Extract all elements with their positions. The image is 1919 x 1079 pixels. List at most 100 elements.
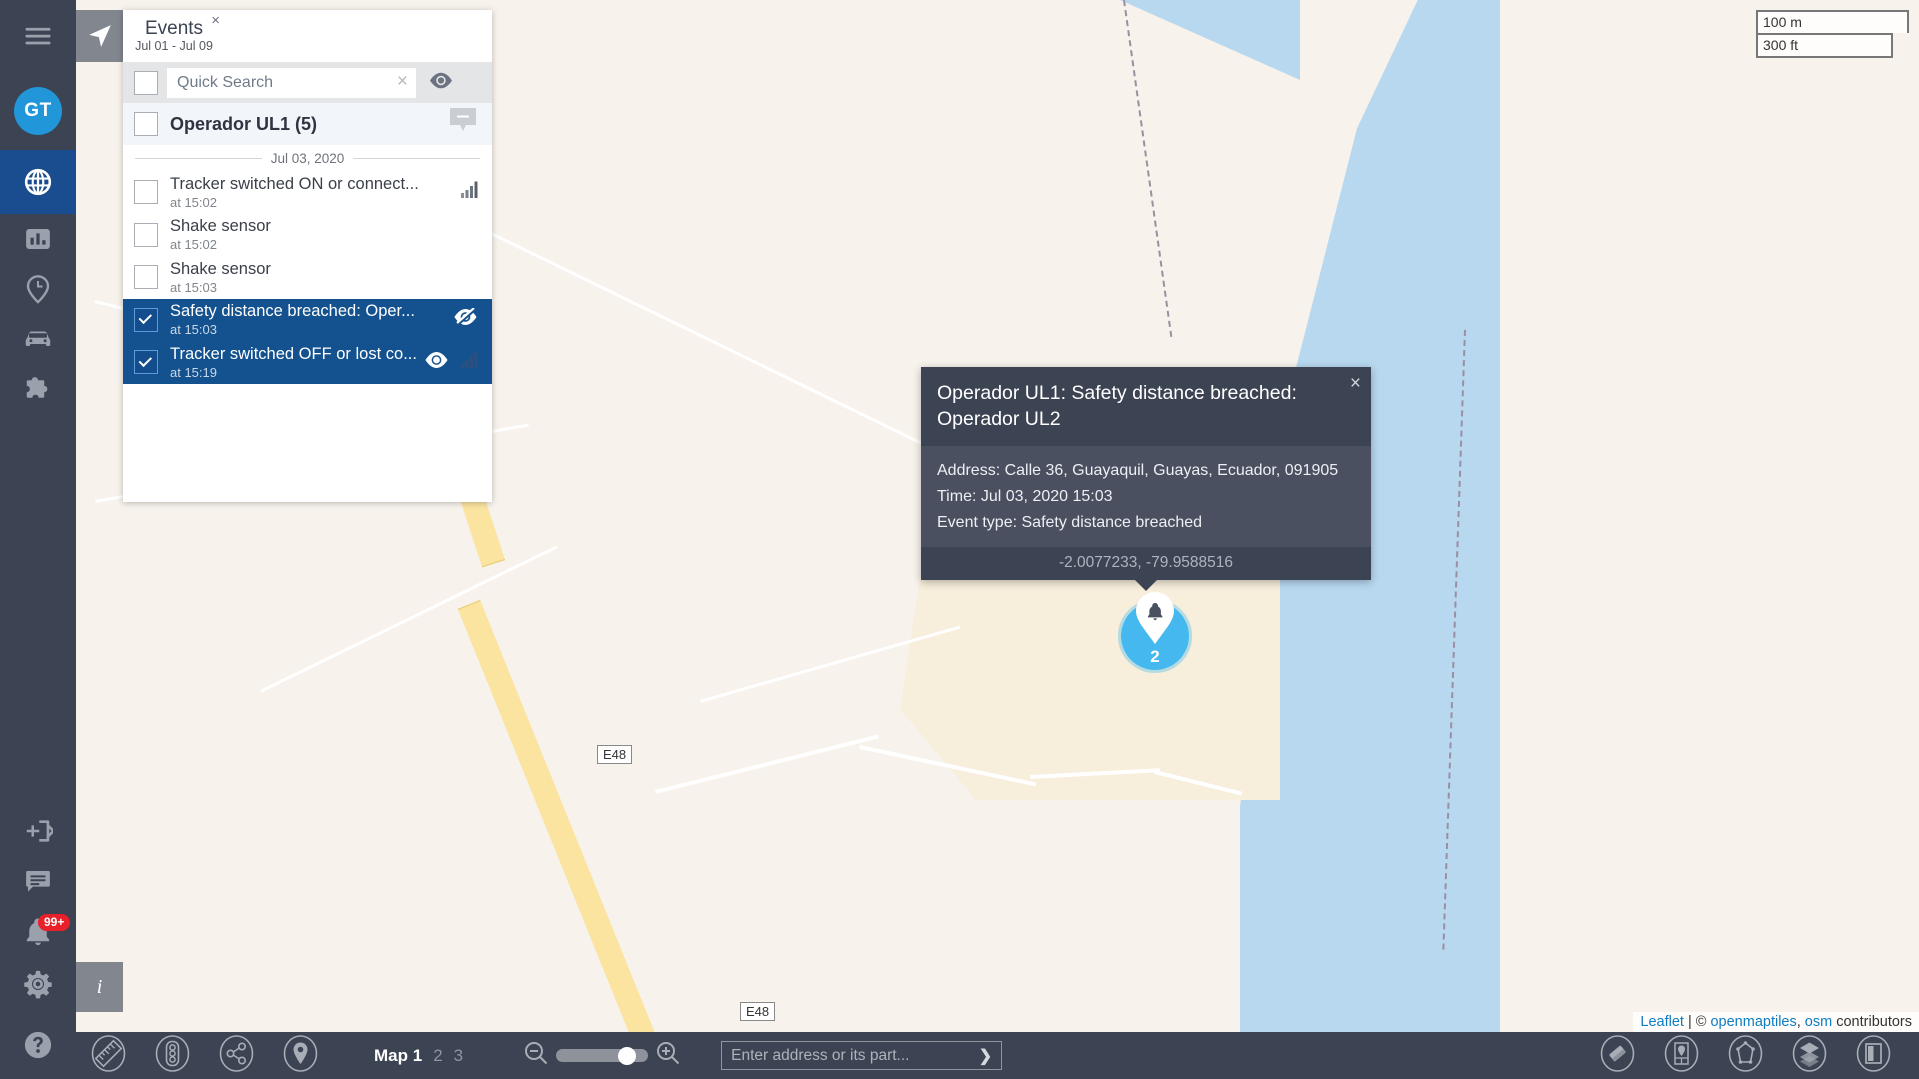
map-highway-e48: [457, 600, 675, 1079]
map-attribution: Leaflet | © openmaptiles, osm contributo…: [1633, 1012, 1919, 1032]
measure-button[interactable]: [76, 1032, 140, 1079]
map-road: [655, 734, 880, 794]
attr-sep: |: [1683, 1014, 1696, 1030]
separator-line-left: [135, 157, 262, 159]
sidebar-item-help[interactable]: [0, 1011, 76, 1079]
event-checkbox[interactable]: [134, 265, 158, 290]
panel-toggle-button[interactable]: [1841, 1032, 1905, 1079]
sidebar-item-plugins[interactable]: [0, 364, 76, 414]
event-checkbox[interactable]: [134, 307, 158, 332]
list-item[interactable]: Tracker switched ON or connect... at 15:…: [123, 171, 492, 214]
attr-copyright: ©: [1695, 1014, 1711, 1030]
eraser-button[interactable]: [1585, 1032, 1649, 1079]
marker-minus-icon[interactable]: [448, 108, 478, 133]
group-row-operador-ul1[interactable]: Operador UL1 (5): [123, 103, 492, 145]
attr-contributors: contributors: [1832, 1014, 1912, 1030]
share-button[interactable]: [204, 1032, 268, 1079]
zoom-slider[interactable]: [556, 1047, 649, 1065]
eye-icon[interactable]: [424, 351, 449, 374]
gear-icon: [23, 969, 53, 999]
sidebar-item-reports[interactable]: [0, 214, 76, 264]
event-checkbox[interactable]: [134, 350, 158, 375]
map-marker-cluster[interactable]: 2: [1118, 592, 1192, 673]
tab-events[interactable]: Events Jul 01 - Jul 09 ×: [123, 10, 225, 62]
popup-coordinates: -2.0077233, -79.9588516: [921, 547, 1371, 581]
tab-map-3[interactable]: 3: [454, 1046, 463, 1066]
sidebar-item-messages[interactable]: [0, 856, 76, 906]
navigation-arrow-icon[interactable]: [76, 10, 123, 62]
sidebar-item-settings[interactable]: [0, 956, 76, 1011]
tab-map-1[interactable]: Map 1: [374, 1046, 422, 1066]
event-time: at 15:03: [170, 322, 217, 338]
list-item[interactable]: Tracker switched OFF or lost co... at 15…: [123, 341, 492, 384]
sidebar-item-export[interactable]: [0, 806, 76, 856]
notification-badge: 99+: [38, 914, 71, 932]
left-sidebar: GT 99+: [0, 0, 76, 1079]
layers-icon: [1791, 1034, 1828, 1077]
zoom-slider-thumb[interactable]: [618, 1047, 637, 1065]
event-title: Tracker switched OFF or lost co...: [170, 344, 417, 363]
polygon-button[interactable]: [1713, 1032, 1777, 1079]
popup-address: Address: Calle 36, Guayaquil, Guayas, Ec…: [937, 462, 1339, 480]
traffic-light-icon: [154, 1034, 191, 1077]
event-checkbox[interactable]: [134, 180, 158, 205]
sidebar-item-notifications[interactable]: 99+: [0, 906, 76, 956]
search-input[interactable]: [177, 73, 387, 92]
leaflet-link[interactable]: Leaflet: [1640, 1014, 1684, 1030]
info-label: i: [96, 975, 103, 998]
eye-icon[interactable]: [429, 72, 453, 94]
map-railway: [1123, 0, 1173, 337]
osm-link[interactable]: osm: [1805, 1014, 1832, 1030]
event-title: Tracker switched ON or connect...: [170, 174, 419, 193]
eraser-icon: [1599, 1034, 1636, 1077]
sidebar-item-vehicles[interactable]: [0, 314, 76, 364]
address-search-input[interactable]: [731, 1046, 957, 1065]
list-item[interactable]: Shake sensor at 15:02: [123, 213, 492, 256]
chevron-right-icon[interactable]: ❯: [979, 1046, 992, 1066]
close-icon[interactable]: ×: [211, 13, 220, 28]
place-button[interactable]: [268, 1032, 332, 1079]
popup-event-type: Event type: Safety distance breached: [937, 513, 1203, 531]
help-icon: [23, 1030, 53, 1060]
export-icon: [23, 816, 56, 846]
event-time: at 15:19: [170, 364, 217, 380]
sidebar-item-avatar[interactable]: GT: [0, 72, 76, 150]
info-button[interactable]: i: [76, 962, 123, 1012]
group-checkbox[interactable]: [134, 112, 158, 136]
hamburger-icon: [23, 21, 53, 51]
road-label-e48-2: E48: [740, 1002, 776, 1021]
group-label: Operador UL1 (5): [170, 113, 318, 134]
list-item[interactable]: Safety distance breached: Oper... at 15:…: [123, 298, 492, 341]
event-text: Tracker switched ON or connect... at 15:…: [170, 175, 419, 210]
sidebar-item-history[interactable]: [0, 264, 76, 314]
avatar: GT: [14, 87, 62, 135]
popup-body: Address: Calle 36, Guayaquil, Guayas, Ec…: [921, 446, 1371, 548]
traffic-button[interactable]: [140, 1032, 204, 1079]
location-pin-icon: [282, 1034, 319, 1077]
close-icon[interactable]: ×: [397, 72, 408, 91]
event-checkbox[interactable]: [134, 222, 158, 247]
sidebar-item-menu[interactable]: [0, 0, 76, 72]
list-item[interactable]: Shake sensor at 15:03: [123, 256, 492, 299]
openmaptiles-link[interactable]: openmaptiles: [1710, 1014, 1796, 1030]
signal-off-icon[interactable]: [461, 351, 478, 373]
tab-map-2[interactable]: 2: [433, 1046, 442, 1066]
date-separator: Jul 03, 2020: [123, 145, 492, 171]
zoom-out-icon[interactable]: [523, 1040, 549, 1071]
bar-chart-icon: [23, 224, 53, 254]
layers-button[interactable]: [1777, 1032, 1841, 1079]
signal-bars-icon[interactable]: [461, 181, 478, 203]
map-road: [260, 545, 558, 693]
sidebar-item-tracking[interactable]: [0, 150, 76, 214]
close-icon[interactable]: ×: [1350, 374, 1361, 393]
popup-title: Operador UL1: Safety distance breached: …: [937, 382, 1297, 430]
cluster-count: 2: [1150, 647, 1160, 666]
events-panel: Events Jul 01 - Jul 09 × ×: [123, 10, 492, 502]
separator-date: Jul 03, 2020: [270, 150, 345, 166]
eye-slash-icon[interactable]: [453, 307, 478, 331]
select-all-checkbox[interactable]: [134, 70, 158, 95]
map-tabs: Map 1 2 3: [374, 1046, 463, 1066]
zoom-in-icon[interactable]: [655, 1040, 681, 1071]
geofence-marker-button[interactable]: [1649, 1032, 1713, 1079]
popup-tail: [1135, 580, 1157, 592]
